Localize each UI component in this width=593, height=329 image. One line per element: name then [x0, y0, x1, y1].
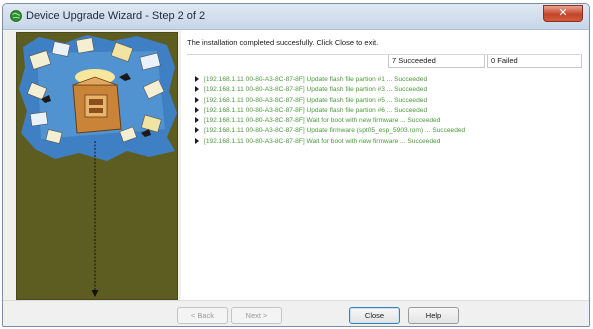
close-button[interactable]: Close — [349, 307, 400, 324]
completion-message: The installation completed succesfully. … — [187, 38, 379, 47]
expand-arrow-icon[interactable] — [195, 76, 199, 82]
succeeded-count: 7 Succeeded — [388, 55, 485, 68]
log-entry-text: [192.168.1.11 00-80-A3-8C-87-8F] Update … — [204, 127, 466, 135]
log-entry-text: [192.168.1.11 00-80-A3-8C-87-8F] Update … — [204, 106, 428, 114]
close-icon: ✕ — [558, 7, 568, 19]
timeline-arrowhead — [91, 290, 99, 297]
paper-doc — [29, 111, 49, 127]
paper-doc — [75, 37, 95, 54]
wizard-illustration — [19, 35, 177, 297]
title-bar[interactable]: Device Upgrade Wizard - Step 2 of 2 ✕ — [3, 4, 589, 30]
expand-arrow-icon[interactable] — [195, 86, 199, 93]
expand-arrow-icon[interactable] — [195, 137, 199, 144]
green-globe-icon — [10, 10, 22, 22]
wizard-side-panel — [16, 32, 178, 300]
expand-arrow-icon[interactable] — [195, 127, 199, 134]
log-entry-text: [192.168.1.11 00-80-A3-8C-87-8F] Update … — [204, 86, 428, 94]
log-entry-text: [192.168.1.11 00-80-A3-8C-87-8F] Wait fo… — [204, 117, 441, 125]
log-entry-text: [192.168.1.11 00-80-A3-8C-87-8F] Wait fo… — [204, 137, 441, 145]
expand-arrow-icon[interactable] — [195, 96, 199, 103]
wizard-window: Device Upgrade Wizard - Step 2 of 2 ✕ Th… — [2, 3, 590, 327]
wizard-content: The installation completed succesfully. … — [181, 30, 588, 300]
expand-arrow-icon[interactable] — [195, 117, 199, 124]
window-close-button[interactable]: ✕ — [543, 5, 583, 22]
expand-arrow-icon[interactable] — [195, 106, 199, 113]
next-button[interactable]: Next > — [231, 307, 282, 324]
help-button[interactable]: Help — [408, 307, 459, 324]
wizard-button-bar: < Back Next > Close Help — [3, 300, 589, 326]
window-title: Device Upgrade Wizard - Step 2 of 2 — [26, 10, 206, 22]
log-entry-text: [192.168.1.11 00-80-A3-8C-87-8F] Update … — [204, 96, 428, 104]
back-button[interactable]: < Back — [177, 307, 228, 324]
failed-count: 0 Failed — [487, 55, 582, 68]
log-entry-text: [192.168.1.11 00-80-A3-8C-87-8F] Update … — [204, 76, 428, 83]
